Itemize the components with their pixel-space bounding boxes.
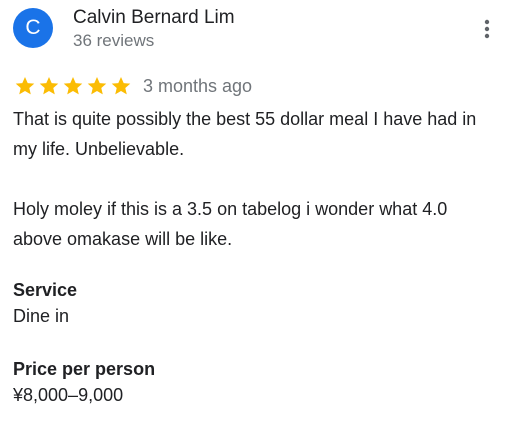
star-icon bbox=[13, 75, 37, 97]
avatar[interactable]: C bbox=[13, 8, 53, 48]
rating-row: 3 months ago bbox=[13, 72, 252, 100]
avatar-initial: C bbox=[25, 16, 41, 39]
service-detail: Service Dine in bbox=[13, 277, 493, 329]
author-name[interactable]: Calvin Bernard Lim bbox=[73, 5, 235, 31]
price-label: Price per person bbox=[13, 359, 156, 379]
author-review-count: 36 reviews bbox=[73, 31, 155, 50]
review-paragraph: Holy moley if this is a 3.5 on tabelog i… bbox=[13, 199, 448, 249]
star-icon bbox=[85, 75, 109, 97]
star-icon bbox=[61, 75, 85, 97]
review-paragraph: That is quite possibly the best 55 dolla… bbox=[13, 109, 477, 159]
service-label: Service bbox=[13, 280, 78, 300]
review-card: C Calvin Bernard Lim 36 reviews 3 months… bbox=[0, 0, 512, 433]
star-icon bbox=[109, 75, 133, 97]
review-date: 3 months ago bbox=[143, 76, 253, 96]
star-rating bbox=[13, 75, 133, 97]
service-value: Dine in bbox=[13, 306, 70, 326]
star-icon bbox=[37, 75, 61, 97]
review-text: That is quite possibly the best 55 dolla… bbox=[13, 104, 499, 254]
price-detail: Price per person ¥8,000–9,000 bbox=[13, 356, 493, 408]
price-value: ¥8,000–9,000 bbox=[13, 385, 124, 405]
more-options-button[interactable] bbox=[474, 14, 500, 44]
more-vert-icon bbox=[484, 19, 490, 39]
